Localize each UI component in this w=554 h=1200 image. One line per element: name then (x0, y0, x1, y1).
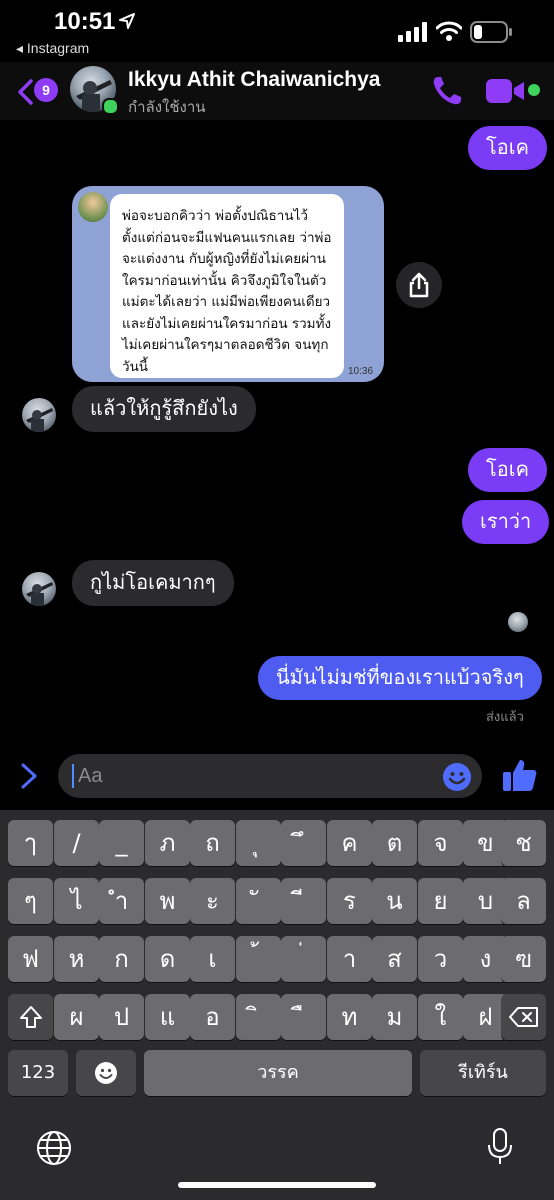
key[interactable]: ว (418, 936, 463, 982)
key[interactable]: ๅ (8, 820, 53, 866)
key[interactable]: ะ (190, 878, 235, 924)
key[interactable]: ล (501, 878, 546, 924)
key[interactable]: ใ (418, 994, 463, 1040)
battery-icon (470, 21, 512, 43)
key[interactable]: ฟ (8, 936, 53, 982)
video-active-dot (528, 84, 540, 96)
key[interactable]: ิ (236, 994, 281, 1040)
video-call-icon[interactable] (486, 78, 526, 104)
image-message[interactable]: พ่อจะบอกคิวว่า พ่อตั้งปณิธานไว้ตั้งแต่ก่… (72, 186, 384, 382)
key[interactable]: ่ (281, 936, 326, 982)
key[interactable]: ไ (54, 878, 99, 924)
key[interactable]: ป (99, 994, 144, 1040)
key[interactable]: เ (190, 936, 235, 982)
key[interactable]: ก (99, 936, 144, 982)
avatar-photo (26, 582, 53, 606)
key[interactable]: ั (236, 878, 281, 924)
key[interactable]: ค (327, 820, 372, 866)
globe-icon[interactable] (36, 1130, 72, 1166)
location-arrow-icon (119, 13, 135, 29)
key[interactable]: ผ (54, 994, 99, 1040)
key[interactable]: ุ (236, 820, 281, 866)
microphone-icon[interactable] (486, 1128, 514, 1166)
emoji-icon[interactable] (442, 762, 472, 792)
unread-count-badge: 9 (34, 78, 58, 102)
clock: 10:51 (54, 8, 116, 35)
key[interactable]: น (372, 878, 417, 924)
key[interactable]: ส (372, 936, 417, 982)
contact-status: กำลังใช้งาน (128, 99, 206, 116)
key[interactable]: _ (99, 820, 144, 866)
numbers-key[interactable]: 123 (8, 1050, 68, 1096)
key[interactable]: ย (418, 878, 463, 924)
message-input[interactable]: Aa (78, 754, 102, 798)
share-icon (409, 272, 429, 298)
message-composer[interactable]: Aa (58, 754, 482, 798)
wifi-icon (436, 21, 462, 41)
shift-icon (19, 1006, 42, 1028)
key[interactable]: ช (501, 820, 546, 866)
space-key[interactable]: วรรค (144, 1050, 412, 1096)
key[interactable]: ้ (236, 936, 281, 982)
outgoing-message[interactable]: โอเค (468, 448, 547, 492)
image-timestamp: 10:36 (348, 366, 374, 377)
key[interactable]: แ (145, 994, 190, 1040)
key[interactable]: ด (145, 936, 190, 982)
phone-call-icon[interactable] (430, 74, 464, 108)
expand-actions-icon[interactable] (18, 762, 40, 790)
key[interactable]: ร (327, 878, 372, 924)
outgoing-message[interactable]: เราว่า (462, 500, 550, 544)
key[interactable]: ต (372, 820, 417, 866)
image-text-card: พ่อจะบอกคิวว่า พ่อตั้งปณิธานไว้ตั้งแต่ก่… (110, 194, 344, 378)
incoming-message[interactable]: แล้วให้กูรู้สึกยังไง (72, 386, 256, 432)
key[interactable]: / (54, 820, 99, 866)
home-indicator (178, 1182, 376, 1188)
key[interactable]: ห (54, 936, 99, 982)
outgoing-message[interactable]: โอเค (468, 126, 547, 170)
emoji-keyboard-icon (95, 1062, 117, 1084)
share-button[interactable] (396, 262, 442, 308)
chat-header: 9 Ikkyu Athit Chaiwanichya กำลังใช้งาน (0, 62, 554, 120)
contact-name[interactable]: Ikkyu Athit Chaiwanichya (128, 68, 380, 92)
incoming-message[interactable]: กูไม่โอเคมากๆ (72, 560, 234, 606)
key[interactable]: ี (281, 878, 326, 924)
key[interactable]: ม (372, 994, 417, 1040)
keyboard: ๅ / _ ภ ถ ุ ึ ค ต จ ข ช ๆ ไ ำ พ ะ ั ี ร … (0, 810, 554, 1200)
chevron-left-icon (18, 79, 33, 105)
avatar-photo (26, 408, 53, 432)
status-bar: 10:51 ◂ Instagram (0, 0, 554, 62)
back-to-app-link[interactable]: ◂ Instagram (16, 40, 89, 57)
key[interactable]: จ (418, 820, 463, 866)
contact-avatar-small (22, 572, 56, 606)
image-text: พ่อจะบอกคิวว่า พ่อตั้งปณิธานไว้ตั้งแต่ก่… (122, 208, 332, 375)
seen-by-avatar (508, 612, 528, 632)
key[interactable]: ฃ (501, 936, 546, 982)
key[interactable]: ภ (145, 820, 190, 866)
key[interactable]: า (327, 936, 372, 982)
cellular-signal-icon (398, 22, 427, 42)
key[interactable]: ื (281, 994, 326, 1040)
outgoing-message[interactable]: นี่มันไม่มช่ที่ของเราแบ้วจริงๆ (258, 656, 542, 700)
shift-key[interactable] (8, 994, 53, 1040)
backspace-icon (508, 1007, 538, 1027)
text-caret (72, 764, 74, 788)
emoji-key[interactable] (76, 1050, 136, 1096)
key[interactable]: ๆ (8, 878, 53, 924)
key[interactable]: อ (190, 994, 235, 1040)
sent-status: ส่งแล้ว (486, 709, 524, 724)
contact-avatar-small (22, 398, 56, 432)
key[interactable]: ท (327, 994, 372, 1040)
key[interactable]: ึ (281, 820, 326, 866)
key[interactable]: ำ (99, 878, 144, 924)
thumbs-up-icon[interactable] (502, 758, 538, 792)
key[interactable]: ถ (190, 820, 235, 866)
online-indicator (102, 98, 119, 115)
image-sender-avatar (78, 192, 108, 222)
delete-key[interactable] (501, 994, 546, 1040)
key[interactable]: พ (145, 878, 190, 924)
return-key[interactable]: รีเทิร์น (420, 1050, 546, 1096)
